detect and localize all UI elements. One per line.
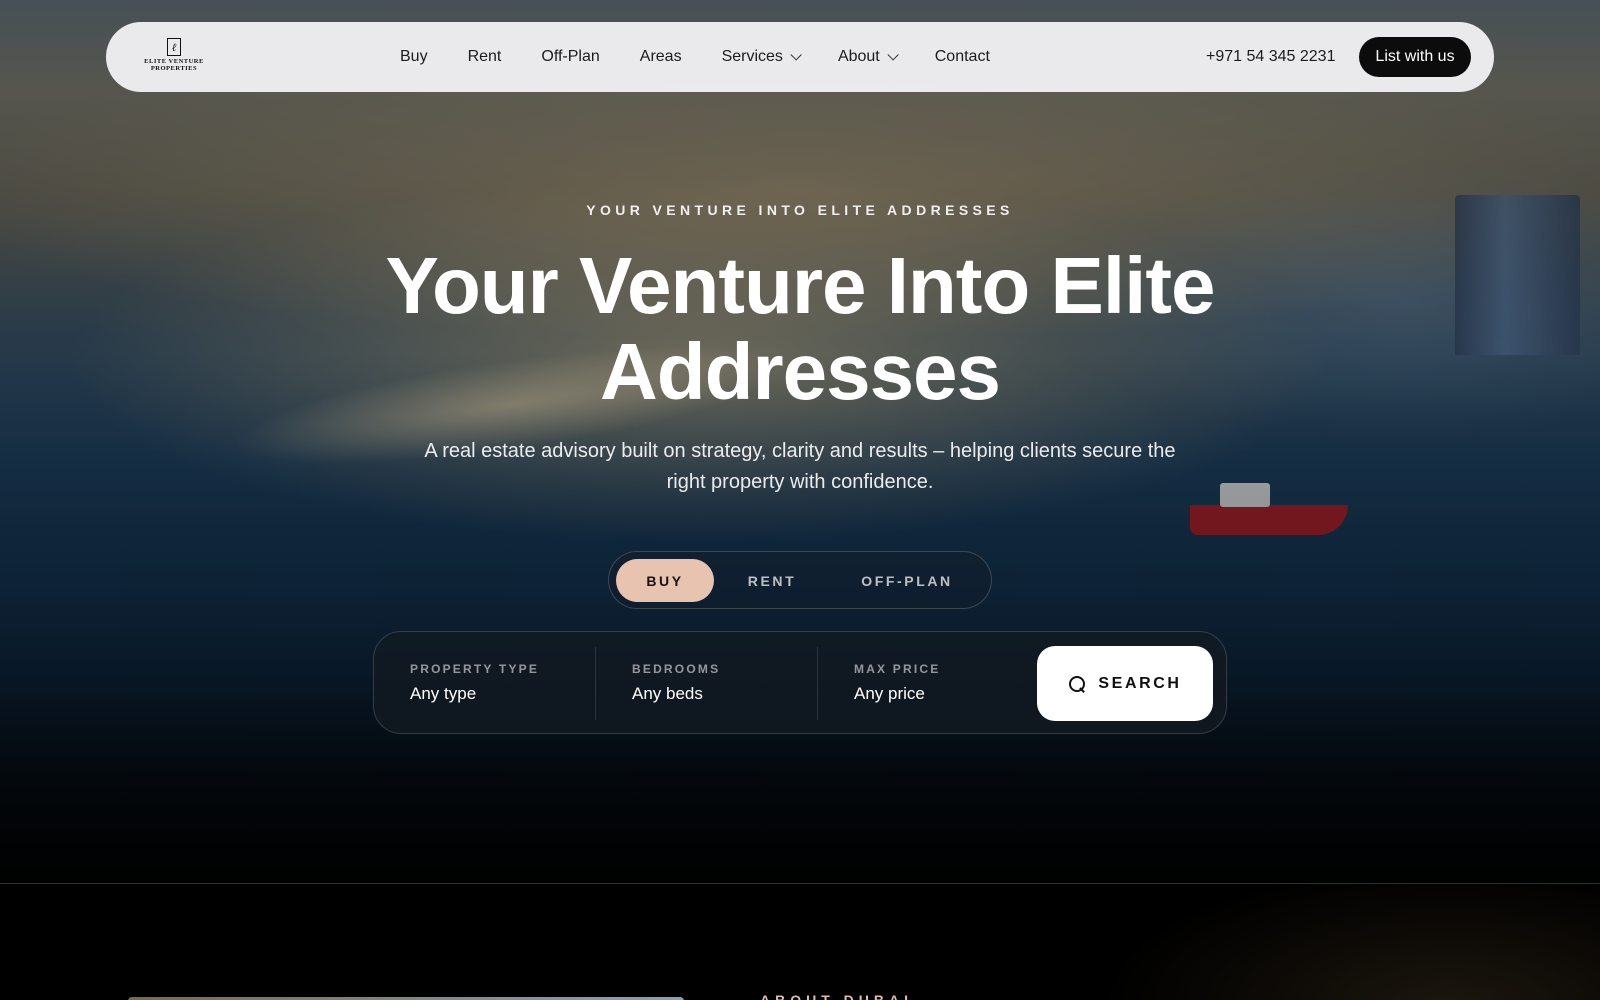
search-button[interactable]: SEARCH bbox=[1037, 646, 1213, 721]
nav-link-label: Rent bbox=[467, 48, 502, 65]
nav-link-label: Services bbox=[721, 48, 783, 65]
tab-off-plan[interactable]: OFF-PLAN bbox=[831, 559, 983, 602]
nav-link-off-plan[interactable]: Off-Plan bbox=[541, 48, 599, 66]
nav-link-label: Contact bbox=[934, 48, 990, 65]
nav-link-label: Off-Plan bbox=[541, 48, 600, 65]
hero-section: YOUR VENTURE INTO ELITE ADDRESSES Your V… bbox=[0, 0, 1600, 883]
logo-line-2: PROPERTIES bbox=[150, 65, 198, 72]
chevron-down-icon bbox=[790, 49, 802, 61]
max-price-select[interactable]: MAX PRICE Any price bbox=[818, 632, 1033, 735]
hero-headline: Your Venture Into Elite Addresses bbox=[385, 241, 1216, 416]
nav-link-label: About bbox=[837, 48, 880, 65]
bedrooms-select[interactable]: BEDROOMS Any beds bbox=[596, 632, 817, 735]
phone-link[interactable]: +971 54 345 2231 bbox=[1206, 48, 1335, 66]
hero-eyebrow: YOUR VENTURE INTO ELITE ADDRESSES bbox=[586, 202, 1014, 218]
tab-rent[interactable]: RENT bbox=[723, 559, 821, 602]
nav-link-label: Areas bbox=[639, 48, 682, 65]
chevron-down-icon bbox=[887, 49, 899, 61]
bedrooms-value: Any beds bbox=[632, 684, 703, 703]
property-search-bar: PROPERTY TYPE Any type BEDROOMS Any beds… bbox=[373, 631, 1227, 734]
nav-link-services[interactable]: Services bbox=[721, 48, 802, 66]
about-eyebrow: ABOUT DUBAI bbox=[760, 992, 913, 1000]
max-price-value: Any price bbox=[854, 684, 925, 703]
search-icon bbox=[1068, 675, 1086, 693]
logo-line-1: ELITE VENTURE bbox=[144, 58, 204, 65]
nav-links: Buy Rent Off-Plan Areas Services About C… bbox=[400, 22, 1030, 92]
nav-link-label: Buy bbox=[400, 48, 428, 65]
list-with-us-button[interactable]: List with us bbox=[1359, 37, 1471, 77]
nav-link-contact[interactable]: Contact bbox=[935, 48, 990, 66]
listing-type-tabs: BUY RENT OFF-PLAN bbox=[608, 551, 992, 609]
bedrooms-label: BEDROOMS bbox=[632, 662, 721, 676]
logo-text: ELITE VENTURE PROPERTIES bbox=[144, 58, 204, 72]
nav-link-buy[interactable]: Buy bbox=[400, 48, 428, 66]
nav-link-areas[interactable]: Areas bbox=[640, 48, 682, 66]
search-button-label: SEARCH bbox=[1098, 674, 1182, 692]
property-type-label: PROPERTY TYPE bbox=[410, 662, 540, 676]
property-type-value: Any type bbox=[410, 684, 477, 703]
property-type-select[interactable]: PROPERTY TYPE Any type bbox=[374, 632, 595, 735]
about-dubai-section: ABOUT DUBAI bbox=[0, 884, 1600, 1000]
hero-subline: A real estate advisory built on strategy… bbox=[424, 440, 1176, 493]
nav-link-rent[interactable]: Rent bbox=[468, 48, 502, 66]
max-price-label: MAX PRICE bbox=[854, 662, 941, 676]
brand-logo[interactable]: ℓ ELITE VENTURE PROPERTIES bbox=[142, 38, 206, 78]
tab-buy[interactable]: BUY bbox=[616, 559, 714, 602]
top-navigation: ℓ ELITE VENTURE PROPERTIES Buy Rent Off-… bbox=[106, 22, 1494, 92]
nav-link-about[interactable]: About bbox=[837, 48, 899, 66]
logo-mark: ℓ bbox=[167, 38, 181, 56]
